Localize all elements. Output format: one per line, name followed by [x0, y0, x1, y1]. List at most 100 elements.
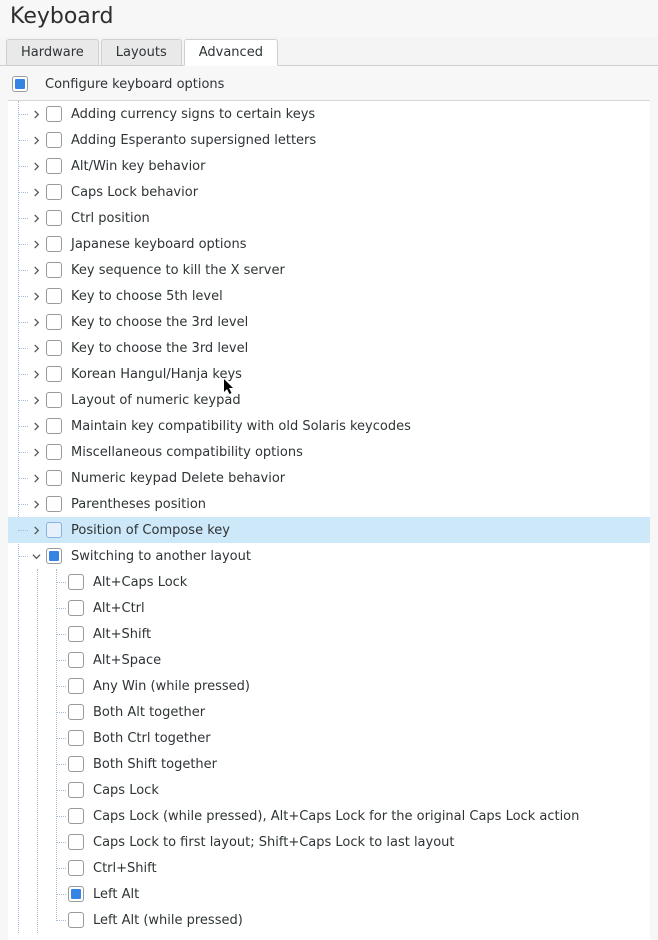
tree-subitem[interactable]: Caps Lock (while pressed), Alt+Caps Lock…: [8, 803, 650, 829]
tree-item-label: Miscellaneous compatibility options: [71, 445, 303, 460]
tab-advanced[interactable]: Advanced: [184, 39, 278, 66]
page-title: Keyboard: [0, 0, 658, 37]
tree-item[interactable]: Position of Compose key: [8, 517, 650, 543]
tree-item[interactable]: Japanese keyboard options: [8, 231, 650, 257]
chevron-right-icon[interactable]: [30, 342, 42, 354]
chevron-right-icon[interactable]: [30, 524, 42, 536]
tree-item[interactable]: Numeric keypad Delete behavior: [8, 465, 650, 491]
tree-item[interactable]: Ctrl position: [8, 205, 650, 231]
tree-subitem[interactable]: Left Alt (while pressed): [8, 907, 650, 933]
tree-item-label: Key to choose 5th level: [71, 289, 223, 304]
option-checkbox[interactable]: [46, 158, 62, 174]
tree-item[interactable]: Adding currency signs to certain keys: [8, 101, 650, 127]
option-checkbox[interactable]: [46, 392, 62, 408]
tree-subitem[interactable]: Both Alt together: [8, 699, 650, 725]
chevron-right-icon[interactable]: [30, 108, 42, 120]
chevron-right-icon[interactable]: [30, 394, 42, 406]
tree-item[interactable]: Key to choose the 3rd level: [8, 335, 650, 361]
option-checkbox[interactable]: [46, 548, 62, 564]
tree-item[interactable]: Switching to another layout: [8, 543, 650, 569]
tree-item[interactable]: Maintain key compatibility with old Sola…: [8, 413, 650, 439]
chevron-right-icon[interactable]: [30, 472, 42, 484]
options-tree[interactable]: Adding currency signs to certain keys Add…: [8, 100, 650, 940]
option-checkbox[interactable]: [68, 730, 84, 746]
option-checkbox[interactable]: [46, 132, 62, 148]
tree-subitem-label: Both Alt together: [93, 705, 205, 720]
option-checkbox[interactable]: [68, 626, 84, 642]
chevron-right-icon[interactable]: [30, 186, 42, 198]
tree-subitem[interactable]: Left Alt: [8, 881, 650, 907]
option-checkbox[interactable]: [68, 808, 84, 824]
tree-subitem[interactable]: Alt+Shift: [8, 621, 650, 647]
tree-subitem[interactable]: Alt+Caps Lock: [8, 569, 650, 595]
tree-subitem[interactable]: Both Shift together: [8, 751, 650, 777]
option-checkbox[interactable]: [68, 834, 84, 850]
chevron-right-icon[interactable]: [30, 368, 42, 380]
option-checkbox[interactable]: [68, 782, 84, 798]
tree-subitem-label: Left Alt: [93, 887, 139, 902]
tree-item[interactable]: Parentheses position: [8, 491, 650, 517]
tree-subitem[interactable]: Alt+Ctrl: [8, 595, 650, 621]
option-checkbox[interactable]: [46, 236, 62, 252]
tree-item[interactable]: Alt/Win key behavior: [8, 153, 650, 179]
tree-subitem[interactable]: Both Ctrl together: [8, 725, 650, 751]
option-checkbox[interactable]: [68, 600, 84, 616]
tree-item[interactable]: Key sequence to kill the X server: [8, 257, 650, 283]
option-checkbox[interactable]: [68, 704, 84, 720]
option-checkbox[interactable]: [46, 366, 62, 382]
tree-subitem[interactable]: Alt+Space: [8, 647, 650, 673]
chevron-right-icon[interactable]: [30, 290, 42, 302]
option-checkbox[interactable]: [68, 678, 84, 694]
option-checkbox[interactable]: [46, 314, 62, 330]
option-checkbox[interactable]: [46, 496, 62, 512]
option-checkbox[interactable]: [46, 262, 62, 278]
tree-item-label: Numeric keypad Delete behavior: [71, 471, 285, 486]
tree-subitem[interactable]: Caps Lock: [8, 777, 650, 803]
tree-item[interactable]: Miscellaneous compatibility options: [8, 439, 650, 465]
tree-subitem-label: Alt+Space: [93, 653, 161, 668]
tree-item-label: Parentheses position: [71, 497, 206, 512]
option-checkbox[interactable]: [68, 652, 84, 668]
chevron-right-icon[interactable]: [30, 134, 42, 146]
tree-item[interactable]: Caps Lock behavior: [8, 179, 650, 205]
tab-hardware[interactable]: Hardware: [6, 39, 99, 65]
chevron-right-icon[interactable]: [30, 420, 42, 432]
option-checkbox[interactable]: [46, 470, 62, 486]
configure-options-row: Configure keyboard options: [8, 74, 650, 100]
tree-item-label: Adding currency signs to certain keys: [71, 107, 315, 122]
tree-item[interactable]: Adding Esperanto supersigned letters: [8, 127, 650, 153]
configure-options-checkbox[interactable]: [12, 76, 28, 92]
tree-item-label: Ctrl position: [71, 211, 150, 226]
tree-subitem[interactable]: Caps Lock to first layout; Shift+Caps Lo…: [8, 829, 650, 855]
chevron-right-icon[interactable]: [30, 160, 42, 172]
tree-item[interactable]: Key to choose the 3rd level: [8, 309, 650, 335]
option-checkbox[interactable]: [46, 522, 62, 538]
option-checkbox[interactable]: [46, 340, 62, 356]
option-checkbox[interactable]: [46, 288, 62, 304]
chevron-right-icon[interactable]: [30, 316, 42, 328]
tab-layouts[interactable]: Layouts: [101, 39, 182, 65]
option-checkbox[interactable]: [46, 210, 62, 226]
tree-item[interactable]: Layout of numeric keypad: [8, 387, 650, 413]
option-checkbox[interactable]: [68, 912, 84, 928]
option-checkbox[interactable]: [46, 444, 62, 460]
chevron-right-icon[interactable]: [30, 264, 42, 276]
option-checkbox[interactable]: [68, 756, 84, 772]
chevron-right-icon[interactable]: [30, 446, 42, 458]
tree-item[interactable]: Korean Hangul/Hanja keys: [8, 361, 650, 387]
tree-item-label: Position of Compose key: [71, 523, 230, 538]
option-checkbox[interactable]: [46, 184, 62, 200]
option-checkbox[interactable]: [68, 886, 84, 902]
tree-item-label: Caps Lock behavior: [71, 185, 198, 200]
tree-item[interactable]: Key to choose 5th level: [8, 283, 650, 309]
chevron-down-icon[interactable]: [30, 550, 42, 562]
tree-subitem[interactable]: Ctrl+Shift: [8, 855, 650, 881]
option-checkbox[interactable]: [46, 418, 62, 434]
option-checkbox[interactable]: [68, 860, 84, 876]
chevron-right-icon[interactable]: [30, 238, 42, 250]
tree-subitem[interactable]: Any Win (while pressed): [8, 673, 650, 699]
chevron-right-icon[interactable]: [30, 498, 42, 510]
option-checkbox[interactable]: [46, 106, 62, 122]
option-checkbox[interactable]: [68, 574, 84, 590]
chevron-right-icon[interactable]: [30, 212, 42, 224]
